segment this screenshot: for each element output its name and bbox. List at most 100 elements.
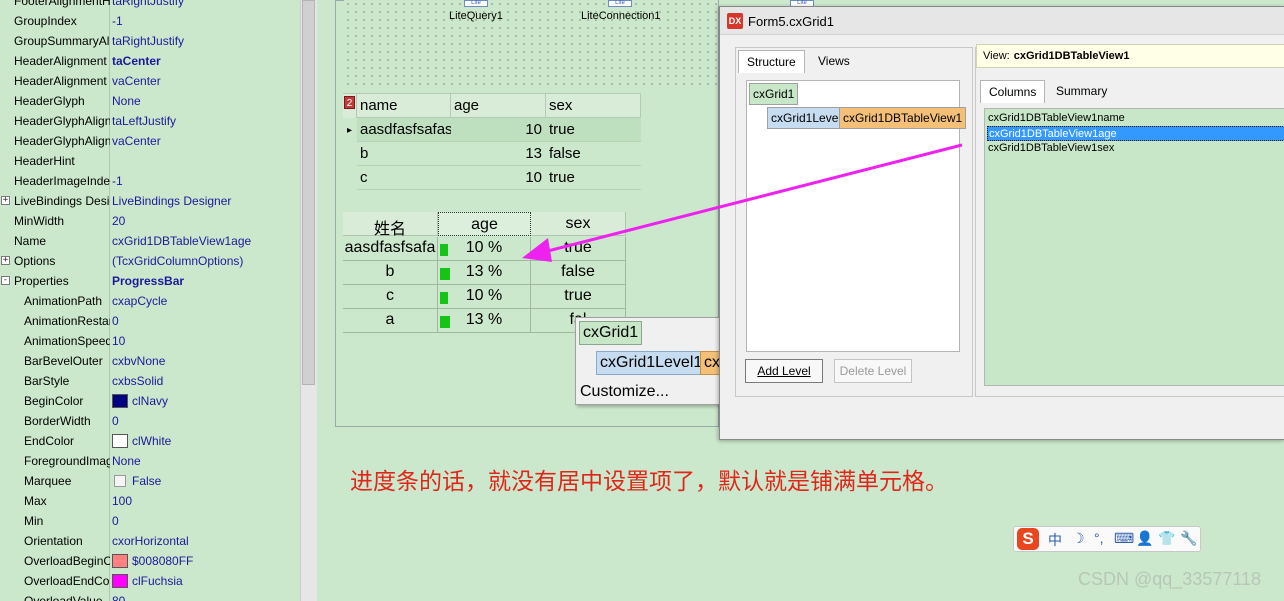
property-value[interactable]: taLeftJustify (112, 114, 176, 128)
property-row[interactable]: - Properties ProgressBar (0, 271, 300, 291)
popup-grid-node[interactable]: cxGrid1 (579, 321, 643, 345)
property-value[interactable]: 10 (112, 334, 125, 348)
marquee-checkbox[interactable] (114, 475, 126, 487)
property-value[interactable]: ProgressBar (112, 274, 184, 288)
property-row[interactable]: EndColor clWhite (0, 431, 300, 451)
customize-menu-item[interactable]: Customize... (577, 381, 672, 403)
property-row[interactable]: GroupIndex -1 (0, 11, 300, 31)
tab-structure[interactable]: Structure (738, 50, 805, 73)
grid2-cell-sex[interactable]: false (531, 261, 626, 285)
property-row[interactable]: Marquee False (0, 471, 300, 491)
property-row[interactable]: + LiveBindings Desig LiveBindings Designer (0, 191, 300, 211)
property-row[interactable]: FooterAlignmentH taRightJustify (0, 0, 300, 11)
property-row[interactable]: ForegroundImage None (0, 451, 300, 471)
tree-grid-node[interactable]: cxGrid1 (749, 83, 799, 105)
property-row[interactable]: HeaderImageIndex -1 (0, 171, 300, 191)
property-row[interactable]: Min 0 (0, 511, 300, 531)
property-value[interactable]: 20 (112, 214, 125, 228)
property-value[interactable]: LiveBindings Designer (112, 194, 231, 208)
keyboard-icon[interactable]: ⌨ (1114, 530, 1134, 547)
tab-summary[interactable]: Summary (1048, 80, 1115, 102)
grid1-header-age[interactable]: age (451, 94, 546, 118)
property-value[interactable]: 100 (112, 494, 132, 508)
property-row[interactable]: AnimationPath cxapCycle (0, 291, 300, 311)
property-row[interactable]: HeaderGlyph None (0, 91, 300, 111)
delete-level-button[interactable]: Delete Level (834, 359, 912, 383)
grid2-header-name[interactable]: 姓名 (343, 212, 438, 238)
property-row[interactable]: GroupSummaryAl taRightJustify (0, 31, 300, 51)
property-value[interactable]: taCenter (112, 54, 161, 68)
columns-list[interactable]: cxGrid1DBTableView1name cxGrid1DBTableVie… (984, 108, 1284, 386)
property-value[interactable]: vaCenter (112, 134, 161, 148)
grid2-cell-name[interactable]: b (343, 261, 438, 285)
property-value[interactable]: cxbsSolid (112, 374, 163, 388)
grid2-cell-name[interactable]: c (343, 285, 438, 309)
property-value[interactable]: cxapCycle (112, 294, 167, 308)
property-value[interactable]: 0 (112, 314, 119, 328)
property-row[interactable]: BarBevelOuter cxbvNone (0, 351, 300, 371)
property-row[interactable]: + Options (TcxGridColumnOptions) (0, 251, 300, 271)
property-value[interactable]: cxorHorizontal (112, 534, 189, 548)
wrench-icon[interactable]: 🔧 (1180, 530, 1197, 547)
property-value[interactable]: taRightJustify (112, 34, 184, 48)
grid1-header-sex[interactable]: sex (546, 94, 641, 118)
punctuation-icon[interactable]: °, (1094, 530, 1104, 546)
property-row[interactable]: BarStyle cxbsSolid (0, 371, 300, 391)
property-row[interactable]: Max 100 (0, 491, 300, 511)
property-row[interactable]: HeaderAlignment taCenter (0, 51, 300, 71)
property-row[interactable]: OverloadBeginCo $008080FF (0, 551, 300, 571)
property-value[interactable]: cxbvNone (112, 354, 165, 368)
column-list-item[interactable]: cxGrid1DBTableView1age (987, 126, 1284, 141)
structure-popup[interactable]: cxGrid1 cxGrid1Level1 cx Customize... (575, 317, 723, 405)
litequery-icon[interactable]: Lite (464, 0, 488, 7)
property-value[interactable]: False (132, 474, 161, 488)
property-row[interactable]: BeginColor clNavy (0, 391, 300, 411)
grid1-cell-age[interactable]: 10 (451, 118, 546, 142)
property-value[interactable]: -1 (112, 14, 123, 28)
grid2-header-age[interactable]: age (438, 212, 531, 236)
property-value[interactable]: None (112, 454, 141, 468)
property-value[interactable]: $008080FF (132, 554, 193, 568)
chinese-mode-icon[interactable]: 中 (1048, 530, 1062, 550)
expand-icon[interactable]: + (1, 256, 10, 265)
property-row[interactable]: HeaderGlyphAlign vaCenter (0, 131, 300, 151)
property-row[interactable]: Name cxGrid1DBTableView1age (0, 231, 300, 251)
dialog-titlebar[interactable]: DX Form5.cxGrid1 (720, 7, 1284, 35)
grid1-cell-sex[interactable]: true (546, 118, 641, 142)
collapse-icon[interactable]: - (1, 276, 10, 285)
property-value[interactable]: (TcxGridColumnOptions) (112, 254, 243, 268)
property-row[interactable]: AnimationRestar 0 (0, 311, 300, 331)
property-value[interactable]: 0 (112, 514, 119, 528)
grid1-cell-sex[interactable]: false (546, 142, 641, 166)
property-row[interactable]: HeaderGlyphAlign taLeftJustify (0, 111, 300, 131)
sogou-logo-icon[interactable]: S (1017, 528, 1039, 550)
add-level-button[interactable]: Add Level (745, 359, 823, 383)
property-row[interactable]: OverloadEndColo clFuchsia (0, 571, 300, 591)
liteconnection-icon[interactable]: Lite (608, 0, 632, 7)
skin-icon[interactable]: 👕 (1158, 530, 1175, 547)
property-value[interactable]: 0 (112, 414, 119, 428)
grid1-cell-sex[interactable]: true (546, 166, 641, 190)
grid2-cell-age-progress[interactable]: 13 % (438, 309, 531, 333)
column-list-item[interactable]: cxGrid1DBTableView1name (987, 111, 1284, 126)
grid-one[interactable]: 2 name age sex ▸ aasdfasfsafasf 10 true … (343, 93, 641, 210)
grid1-cell-name[interactable]: aasdfasfsafasf (357, 118, 451, 142)
tab-columns[interactable]: Columns (980, 80, 1046, 103)
tab-views[interactable]: Views (810, 50, 858, 72)
grid2-cell-sex[interactable]: true (531, 285, 626, 309)
property-row[interactable]: OverloadValue 80 (0, 591, 300, 601)
property-value[interactable]: cxGrid1DBTableView1age (112, 234, 251, 248)
property-value[interactable]: clNavy (132, 394, 168, 408)
user-icon[interactable]: 👤 (1136, 530, 1153, 547)
grid1-cell-name[interactable]: b (357, 142, 451, 166)
property-value[interactable]: -1 (112, 174, 123, 188)
property-row[interactable]: Orientation cxorHorizontal (0, 531, 300, 551)
popup-level-node[interactable]: cxGrid1Level1 (596, 351, 707, 375)
tree-view-node[interactable]: cxGrid1DBTableView1 (839, 107, 967, 129)
moon-icon[interactable]: ☽ (1072, 530, 1085, 547)
property-value[interactable]: clWhite (132, 434, 171, 448)
grid2-cell-name[interactable]: aasdfasfsafa (343, 237, 438, 261)
grid2-cell-sex[interactable]: true (531, 237, 626, 261)
expand-icon[interactable]: + (1, 196, 10, 205)
grid2-cell-age-progress[interactable]: 13 % (438, 261, 531, 285)
